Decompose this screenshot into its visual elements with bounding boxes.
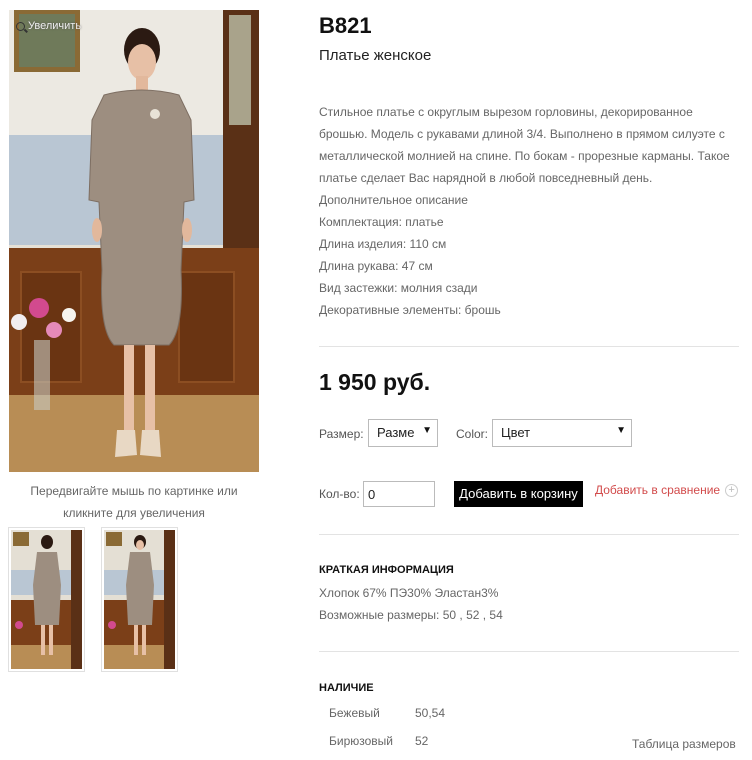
description-sleeve-length: Длина рукава: 47 см — [319, 259, 433, 273]
description-decor: Декоративные элементы: брошь — [319, 303, 501, 317]
availability-color: Бирюзовый — [329, 734, 393, 748]
divider — [319, 534, 739, 535]
zoom-label[interactable]: Увеличить — [16, 20, 81, 32]
add-to-compare-link[interactable]: Добавить в сравнение + — [595, 483, 739, 497]
availability-color: Бежевый — [329, 706, 380, 720]
size-select-value: Разме — [377, 425, 415, 440]
available-sizes: Возможные размеры: 50 , 52 , 54 — [319, 608, 503, 622]
thumbnail-front[interactable] — [101, 527, 178, 672]
zoom-hint: Передвигайте мышь по картинке или кликни… — [30, 484, 238, 520]
add-to-cart-button[interactable]: Добавить в корзину — [454, 481, 583, 507]
product-description: Стильное платье с округлым вырезом горло… — [319, 101, 739, 321]
add-to-compare-label: Добавить в сравнение — [595, 483, 721, 497]
plus-icon: + — [725, 483, 739, 497]
divider — [319, 346, 739, 347]
quantity-label: Кол-во: — [319, 487, 360, 501]
availability-sizes: 50,54 — [415, 706, 446, 720]
product-sku: B821 — [319, 13, 372, 38]
size-label: Размер: — [319, 427, 364, 441]
product-price: 1 950 руб. — [319, 369, 431, 395]
description-fastener: Вид застежки: молния сзади — [319, 281, 478, 295]
color-label: Color: — [456, 427, 489, 441]
size-select[interactable]: Разме ▼ — [368, 419, 438, 447]
description-extra-heading: Дополнительное описание — [319, 193, 468, 207]
divider — [319, 651, 739, 652]
brief-info-title: КРАТКАЯ ИНФОРМАЦИЯ — [319, 564, 454, 576]
quantity-input[interactable] — [363, 481, 435, 507]
product-subtitle: Платье женское — [319, 47, 432, 64]
chevron-down-icon: ▼ — [614, 425, 626, 436]
magnifier-icon — [16, 21, 25, 31]
size-table-link[interactable]: Таблица размеров — [632, 737, 736, 751]
description-length: Длина изделия: 110 см — [319, 237, 447, 251]
product-main-image[interactable] — [9, 10, 259, 472]
color-select-value: Цвет — [501, 425, 531, 440]
description-text: Стильное платье с округлым вырезом горло… — [319, 105, 730, 185]
zoom-label-text: Увеличить — [28, 20, 82, 32]
availability-title: НАЛИЧИЕ — [319, 682, 374, 694]
description-set: Комплектация: платье — [319, 215, 444, 229]
availability-sizes: 52 — [415, 734, 429, 748]
composition: Хлопок 67% ПЭ30% Эластан3% — [319, 586, 499, 600]
thumbnail-back[interactable] — [8, 527, 85, 672]
color-select[interactable]: Цвет ▼ — [492, 419, 632, 447]
chevron-down-icon: ▼ — [420, 425, 432, 436]
